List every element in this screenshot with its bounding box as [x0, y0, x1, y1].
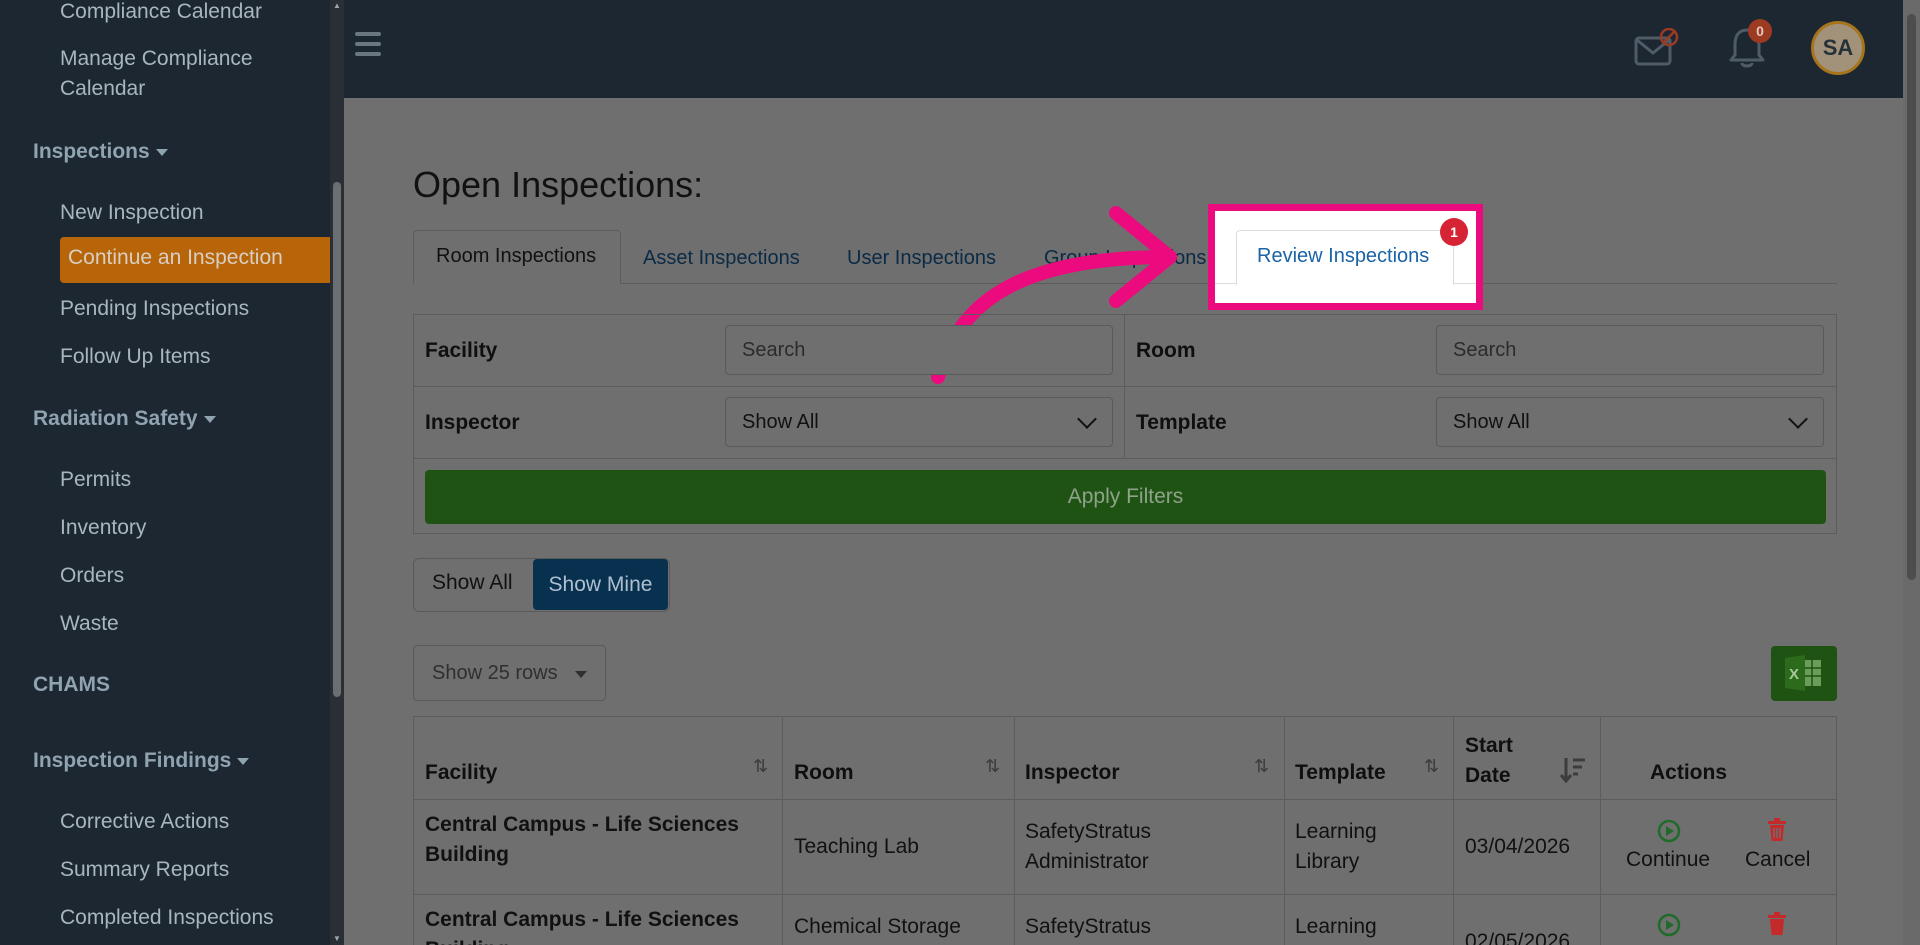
- divider: [782, 716, 783, 945]
- cancel-button[interactable]: Cancel: [1745, 848, 1810, 872]
- inspector-label: Inspector: [425, 411, 520, 434]
- sidebar-item-permits[interactable]: Permits: [60, 465, 131, 495]
- user-avatar[interactable]: SA: [1811, 21, 1865, 75]
- cell-inspector: SafetyStratus: [1025, 915, 1152, 938]
- caret-down-icon: [155, 148, 168, 156]
- sidebar-section-inspection-findings[interactable]: Inspection Findings: [33, 746, 250, 776]
- sidebar-section-label: Inspection Findings: [33, 749, 232, 772]
- divider: [1453, 716, 1454, 945]
- sidebar-item-follow-up-items[interactable]: Follow Up Items: [60, 342, 211, 372]
- sidebar-item-new-inspection[interactable]: New Inspection: [60, 198, 204, 228]
- page-scrollbar-thumb[interactable]: [1907, 14, 1916, 580]
- sort-icon[interactable]: ⇅: [1424, 756, 1439, 777]
- cell-start-date: 02/05/2026: [1465, 930, 1571, 945]
- top-bar: [344, 0, 1920, 98]
- sidebar-item-orders[interactable]: Orders: [60, 561, 124, 591]
- sidebar-section-chams[interactable]: CHAMS: [33, 670, 110, 700]
- sidebar-item-manage-compliance-calendar[interactable]: Manage Compliance Calendar: [60, 44, 300, 104]
- cell-facility[interactable]: Central Campus - Life Sciences Building: [425, 905, 765, 945]
- excel-icon: X: [1785, 655, 1821, 691]
- divider: [413, 799, 1837, 800]
- show-all-button[interactable]: Show All: [432, 571, 513, 595]
- template-select-value: Show All: [1453, 411, 1530, 433]
- tab-label: Review Inspections: [1257, 245, 1430, 267]
- sidebar-section-radiation-safety[interactable]: Radiation Safety: [33, 404, 216, 434]
- chevron-down-icon: [1788, 409, 1808, 429]
- sort-icon[interactable]: ⇅: [985, 756, 1000, 777]
- room-label: Room: [1136, 339, 1196, 362]
- page-title: Open Inspections:: [413, 164, 704, 205]
- caret-down-icon: [237, 757, 250, 765]
- column-header-start-date[interactable]: Start Date: [1465, 731, 1535, 791]
- mail-disabled-icon[interactable]: [1634, 28, 1680, 68]
- trash-icon[interactable]: [1766, 818, 1788, 842]
- caret-down-icon: [203, 415, 216, 423]
- cell-template: Learning Library: [1295, 820, 1377, 873]
- cell-room: Chemical Storage: [794, 915, 961, 938]
- sidebar-item-label: Continue an Inspection: [68, 246, 283, 269]
- template-label: Template: [1136, 411, 1227, 434]
- svg-text:X: X: [1789, 666, 1799, 683]
- sort-descending-icon[interactable]: [1560, 756, 1586, 784]
- column-header-actions: Actions: [1650, 761, 1728, 784]
- divider: [1014, 716, 1015, 945]
- export-excel-button[interactable]: X: [1771, 646, 1837, 701]
- facility-search-input[interactable]: Search: [725, 325, 1113, 375]
- sidebar-item-inventory[interactable]: Inventory: [60, 513, 146, 543]
- rows-per-page-select[interactable]: Show 25 rows: [413, 645, 606, 701]
- sidebar-section-label: Radiation Safety: [33, 407, 198, 430]
- sidebar-item-corrective-actions[interactable]: Corrective Actions: [60, 807, 229, 837]
- inspector-select-value: Show All: [742, 411, 819, 433]
- cell-inspector: SafetyStratus Administrator: [1025, 820, 1152, 873]
- review-count-badge: 1: [1440, 218, 1468, 246]
- sidebar-section-inspections[interactable]: Inspections: [33, 137, 168, 167]
- sidebar-item-compliance-calendar[interactable]: Compliance Calendar: [60, 0, 262, 27]
- caret-down-icon: [575, 671, 587, 678]
- sort-icon[interactable]: ⇅: [753, 756, 768, 777]
- cell-start-date: 03/04/2026: [1465, 835, 1571, 858]
- apply-filters-button[interactable]: Apply Filters: [425, 470, 1826, 524]
- divider: [413, 386, 1837, 387]
- sidebar-item-pending-inspections[interactable]: Pending Inspections: [60, 294, 249, 324]
- sort-icon[interactable]: ⇅: [1254, 756, 1269, 777]
- sidebar-scrollbar-thumb[interactable]: [333, 182, 341, 697]
- divider: [413, 458, 1837, 459]
- sidebar-item-summary-reports[interactable]: Summary Reports: [60, 855, 229, 885]
- cell-room: Teaching Lab: [794, 835, 919, 858]
- notification-badge: 0: [1748, 19, 1772, 43]
- scroll-down-icon[interactable]: ▼: [333, 935, 341, 943]
- divider: [1124, 314, 1125, 458]
- facility-label: Facility: [425, 339, 498, 362]
- tab-label: Room Inspections: [436, 245, 597, 267]
- show-mine-button[interactable]: Show Mine: [533, 559, 668, 610]
- cell-facility[interactable]: Central Campus - Life Sciences Building: [425, 810, 765, 870]
- trash-icon[interactable]: [1766, 912, 1788, 936]
- hamburger-menu-icon[interactable]: [355, 32, 381, 56]
- chevron-down-icon: [1077, 409, 1097, 429]
- play-circle-icon[interactable]: [1657, 913, 1681, 937]
- divider: [413, 894, 1837, 895]
- rows-per-page-label: Show 25 rows: [432, 662, 558, 684]
- column-header-template[interactable]: Template: [1295, 761, 1386, 785]
- divider: [1600, 716, 1601, 945]
- continue-button[interactable]: Continue: [1626, 848, 1710, 872]
- tab-asset-inspections[interactable]: Asset Inspections: [643, 245, 800, 283]
- scroll-up-icon[interactable]: ▲: [333, 2, 341, 10]
- column-header-inspector[interactable]: Inspector: [1025, 761, 1120, 785]
- cell-template: Learning: [1295, 915, 1377, 938]
- play-circle-icon[interactable]: [1657, 819, 1681, 843]
- sidebar-item-waste[interactable]: Waste: [60, 609, 119, 639]
- sidebar-item-completed-inspections[interactable]: Completed Inspections: [60, 903, 274, 933]
- room-search-input[interactable]: Search: [1436, 325, 1824, 375]
- template-select[interactable]: Show All: [1436, 397, 1824, 447]
- sidebar-section-label: Inspections: [33, 140, 150, 163]
- column-header-room[interactable]: Room: [794, 761, 854, 785]
- divider: [1284, 716, 1285, 945]
- column-header-facility[interactable]: Facility: [425, 761, 497, 785]
- inspector-select[interactable]: Show All: [725, 397, 1113, 447]
